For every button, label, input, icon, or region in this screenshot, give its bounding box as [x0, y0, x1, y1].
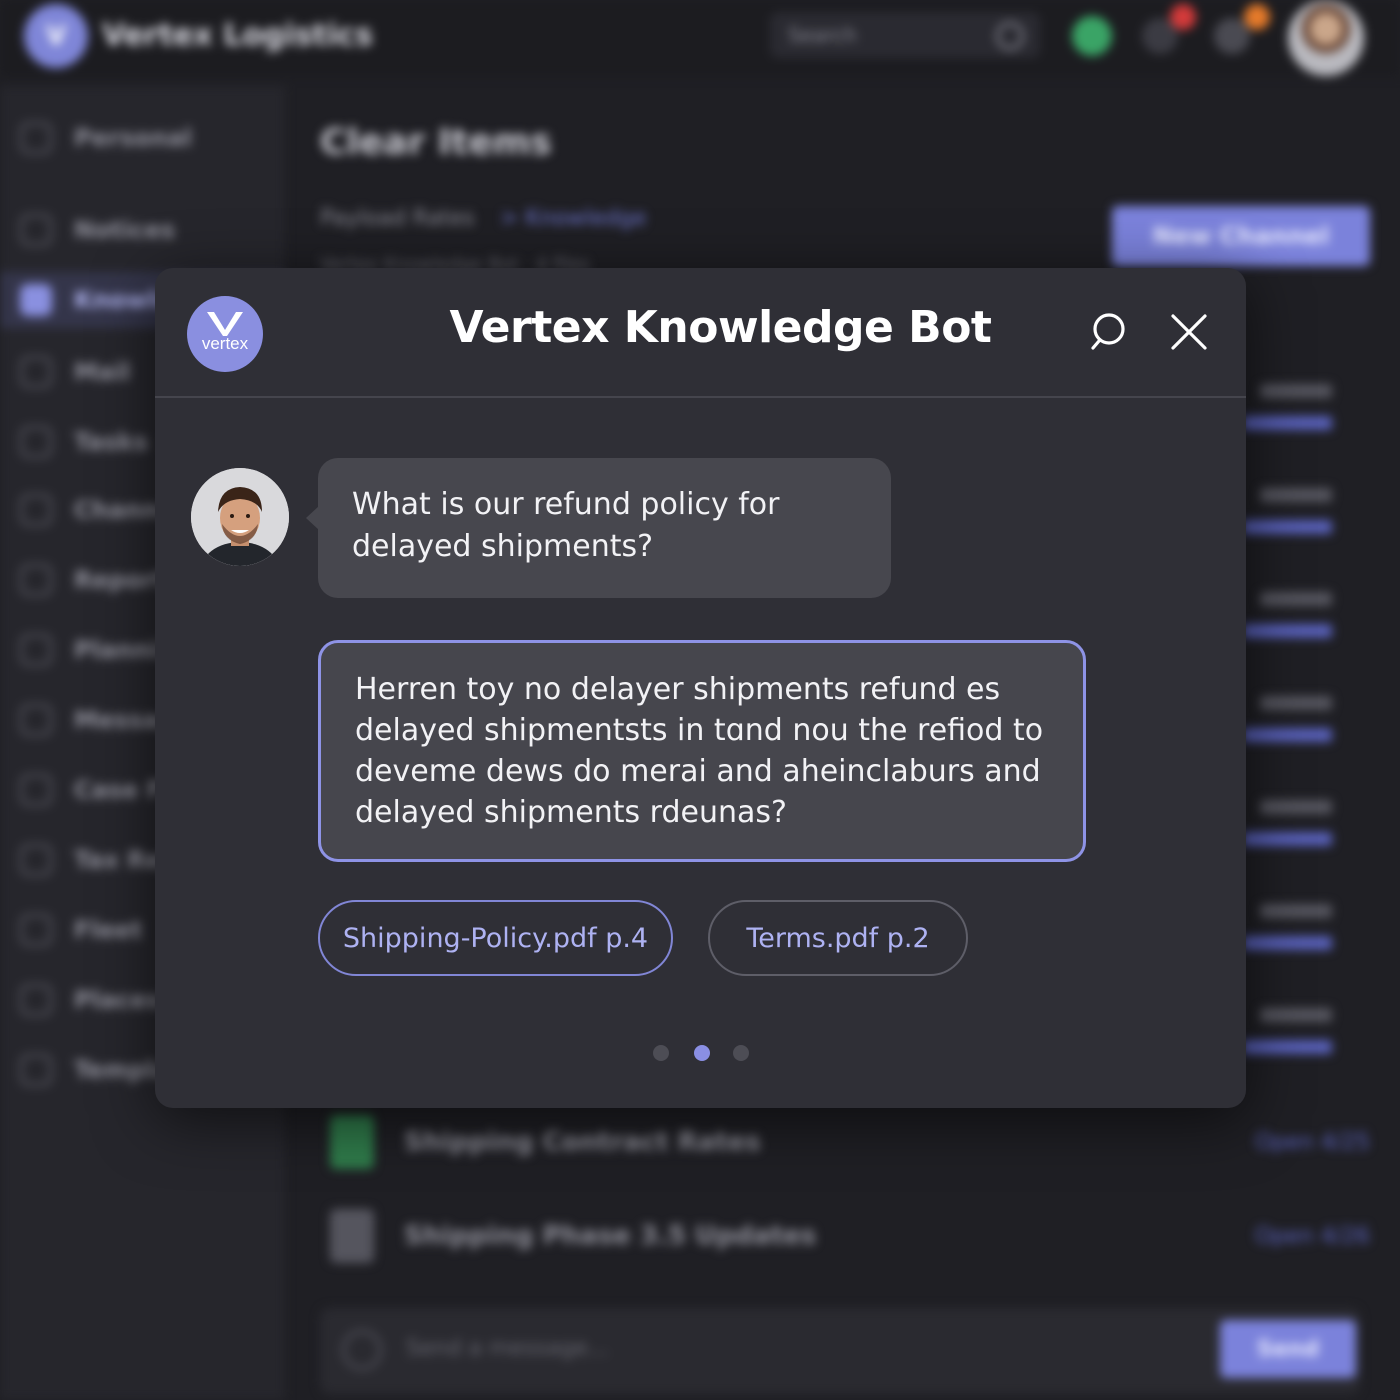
- sidebar-item[interactable]: Personal: [0, 110, 285, 166]
- sidebar-item-icon: [20, 634, 52, 666]
- knowledge-bot-modal: vertex Vertex Knowledge Bot What is our …: [155, 268, 1246, 1108]
- sidebar-item[interactable]: Notices: [0, 202, 285, 258]
- sidebar-item-icon: [20, 564, 52, 596]
- pager-dot-active[interactable]: [694, 1045, 710, 1061]
- emoji-icon[interactable]: [342, 1330, 382, 1370]
- search-icon[interactable]: [1090, 312, 1130, 352]
- search-icon: [996, 22, 1024, 50]
- sidebar-item-icon: [20, 1054, 52, 1086]
- new-channel-button[interactable]: New Channel: [1112, 206, 1370, 266]
- file-link[interactable]: Open 4/26: [1255, 1224, 1370, 1249]
- user-icon: [330, 1209, 374, 1263]
- sidebar-item-icon: [20, 356, 52, 388]
- compose-input[interactable]: Send a message...: [320, 1308, 1360, 1394]
- file-link[interactable]: Open 4/25: [1255, 1130, 1370, 1155]
- top-search-placeholder: Search: [788, 23, 857, 47]
- user-avatar: [191, 468, 289, 566]
- list-item[interactable]: [1240, 584, 1380, 654]
- compose-placeholder: Send a message...: [406, 1336, 609, 1361]
- file-icon: [330, 1115, 374, 1169]
- sidebar-item-icon: [20, 844, 52, 876]
- breadcrumb: Payload Rates: [320, 206, 475, 231]
- pager-dot[interactable]: [733, 1045, 749, 1061]
- send-button[interactable]: Send: [1220, 1320, 1356, 1378]
- sidebar-item-label: Tasks: [74, 428, 149, 456]
- sidebar-item-icon: [20, 214, 52, 246]
- sidebar-item-icon: [20, 494, 52, 526]
- top-search-input[interactable]: Search: [770, 12, 1040, 58]
- top-bar: V Vertex Logistics Search: [0, 0, 1400, 76]
- modal-header: vertex Vertex Knowledge Bot: [155, 268, 1246, 398]
- user-avatar-top[interactable]: [1288, 0, 1364, 76]
- list-item[interactable]: [1240, 376, 1380, 446]
- message-badge: [1244, 4, 1270, 30]
- list-item[interactable]: [1240, 688, 1380, 758]
- file-row[interactable]: Shipping Phase 3.5 Updates Open 4/26: [330, 1196, 1370, 1276]
- page-title: Clear Items: [320, 122, 552, 163]
- sidebar-item-icon: [20, 984, 52, 1016]
- sidebar-item-icon: [20, 284, 52, 316]
- file-name: Shipping Contract Rates: [404, 1127, 761, 1157]
- user-message-bubble: What is our refund policy for delayed sh…: [318, 458, 891, 598]
- sidebar-item-label: Places: [74, 986, 161, 1014]
- app-logo[interactable]: V: [24, 4, 88, 68]
- sidebar-item-icon: [20, 914, 52, 946]
- list-item[interactable]: [1240, 792, 1380, 862]
- list-item[interactable]: [1240, 1000, 1380, 1070]
- sidebar-item-icon: [20, 122, 52, 154]
- source-chip[interactable]: Terms.pdf p.2: [708, 900, 968, 976]
- file-row[interactable]: Shipping Contract Rates Open 4/25: [330, 1102, 1370, 1182]
- sidebar-item-icon: [20, 704, 52, 736]
- app-name: Vertex Logistics: [102, 18, 373, 53]
- right-list: [1240, 376, 1380, 1076]
- sidebar-item-label: Notices: [74, 216, 176, 244]
- sidebar-item-label: Personal: [74, 124, 192, 152]
- breadcrumb-link[interactable]: > Knowledge: [500, 206, 646, 231]
- source-chip[interactable]: Shipping-Policy.pdf p.4: [318, 900, 673, 976]
- file-name: Shipping Phase 3.5 Updates: [404, 1221, 817, 1251]
- list-item[interactable]: [1240, 480, 1380, 550]
- close-icon[interactable]: [1169, 312, 1209, 352]
- status-indicator-icon[interactable]: [1072, 16, 1112, 56]
- sidebar-item-icon: [20, 426, 52, 458]
- pager-dot[interactable]: [653, 1045, 669, 1061]
- modal-title: Vertex Knowledge Bot: [449, 302, 992, 353]
- chat-icon[interactable]: [1214, 18, 1250, 54]
- list-item[interactable]: [1240, 896, 1380, 966]
- sidebar-item-label: Fleet: [74, 916, 143, 944]
- bot-message-bubble: Herren toy no delayer shipments refund e…: [318, 640, 1086, 862]
- notification-badge: [1170, 4, 1196, 30]
- sidebar-item-label: Mail: [74, 358, 131, 386]
- sidebar-item-icon: [20, 774, 52, 806]
